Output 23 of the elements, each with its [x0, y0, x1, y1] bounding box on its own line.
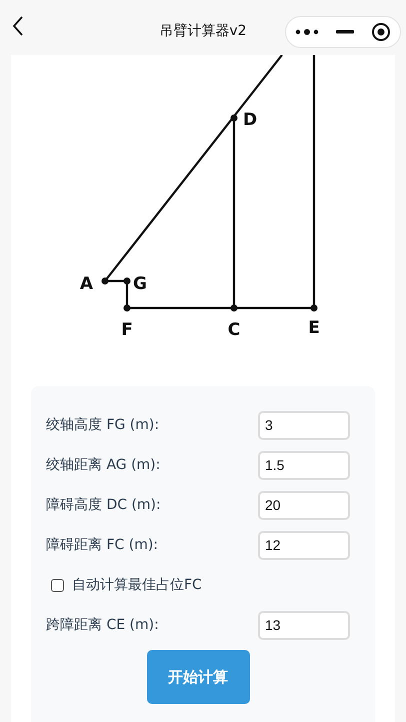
point-label: G	[133, 274, 147, 294]
page-title: 吊臂计算器v2	[158, 22, 248, 40]
input-field[interactable]: 12	[258, 530, 350, 560]
field-label: 障碍距离 FC (m):	[46, 536, 158, 554]
checkbox-label: 自动计算最佳占位FC	[72, 576, 202, 594]
point-label: F	[121, 320, 133, 340]
checkbox[interactable]	[51, 578, 64, 592]
field-label: 跨障距离 CE (m):	[46, 616, 159, 634]
field-label: 绞轴距离 AG (m):	[46, 456, 160, 474]
point-label: A	[80, 274, 93, 294]
field-label: 障碍高度 DC (m):	[46, 496, 161, 514]
back-icon[interactable]	[12, 16, 24, 36]
point-label: C	[228, 320, 240, 340]
input-field[interactable]: 20	[258, 490, 350, 520]
input-field[interactable]: 1.5	[258, 450, 350, 480]
more-icon[interactable]	[294, 28, 319, 36]
field-label: 绞轴高度 FG (m):	[46, 416, 160, 434]
close-icon[interactable]	[371, 22, 392, 42]
point-label: D	[243, 110, 258, 130]
point-label: E	[308, 318, 320, 338]
input-field[interactable]: 3	[258, 410, 350, 440]
input-field[interactable]: 13	[258, 610, 350, 640]
minimize-icon[interactable]	[336, 30, 354, 34]
